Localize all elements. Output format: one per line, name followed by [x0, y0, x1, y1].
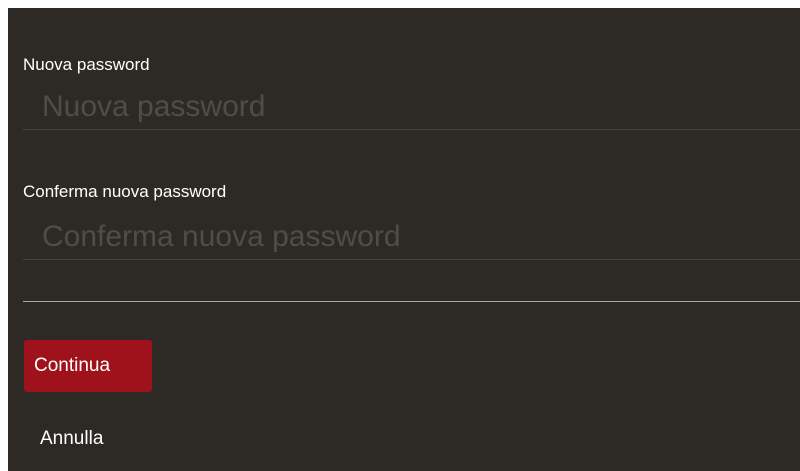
new-password-label: Nuova password [23, 55, 150, 74]
cancel-button[interactable]: Annulla [40, 428, 103, 450]
confirm-password-label: Conferma nuova password [23, 182, 227, 201]
divider [23, 301, 800, 302]
confirm-password-input[interactable] [23, 214, 800, 260]
password-reset-panel: Nuova password Conferma nuova password C… [8, 8, 800, 471]
new-password-input[interactable] [23, 84, 800, 130]
continue-button[interactable]: Continua [24, 340, 152, 392]
